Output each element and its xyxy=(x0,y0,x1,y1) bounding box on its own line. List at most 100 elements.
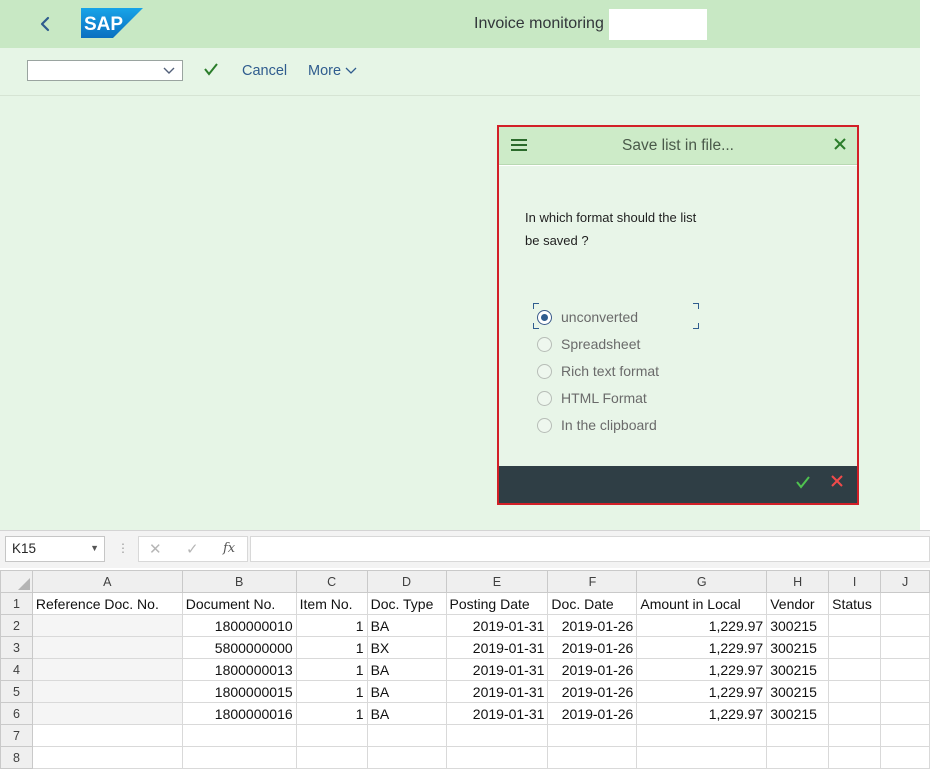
column-header[interactable]: A xyxy=(31,570,183,593)
cell[interactable]: Document No. xyxy=(181,592,297,615)
cell[interactable] xyxy=(445,724,549,747)
cell[interactable] xyxy=(880,636,930,659)
dialog-ok-button[interactable] xyxy=(795,474,811,495)
cell[interactable] xyxy=(766,746,830,769)
enter-edit-icon[interactable]: ✓ xyxy=(186,540,199,558)
cell[interactable]: 1800000010 xyxy=(181,614,297,637)
cell[interactable] xyxy=(31,702,183,725)
cell[interactable] xyxy=(547,746,638,769)
cell[interactable] xyxy=(636,746,768,769)
cell[interactable]: 1,229.97 xyxy=(636,658,768,681)
radio-button[interactable] xyxy=(537,391,552,406)
cell[interactable]: 1800000013 xyxy=(181,658,297,681)
cell[interactable]: 2019-01-31 xyxy=(445,636,549,659)
cell[interactable] xyxy=(828,614,882,637)
column-header[interactable]: E xyxy=(445,570,549,593)
radio-button[interactable] xyxy=(537,364,552,379)
cell[interactable]: 2019-01-31 xyxy=(445,658,549,681)
row-header[interactable]: 5 xyxy=(0,680,33,703)
cell[interactable]: 2019-01-26 xyxy=(547,658,638,681)
column-header[interactable]: B xyxy=(181,570,297,593)
cell[interactable]: 2019-01-26 xyxy=(547,614,638,637)
cell[interactable] xyxy=(880,724,930,747)
cell[interactable] xyxy=(828,724,882,747)
cell[interactable]: 1 xyxy=(295,614,368,637)
cell[interactable]: BX xyxy=(366,636,447,659)
cell[interactable]: BA xyxy=(366,680,447,703)
cell[interactable]: 300215 xyxy=(766,680,830,703)
row-header[interactable]: 1 xyxy=(0,592,33,615)
back-button[interactable] xyxy=(34,12,56,36)
column-header[interactable]: J xyxy=(880,570,930,593)
radio-button-selected[interactable] xyxy=(537,310,552,325)
cell[interactable] xyxy=(366,746,447,769)
cell[interactable]: 1,229.97 xyxy=(636,614,768,637)
cell[interactable] xyxy=(880,614,930,637)
cell[interactable] xyxy=(880,702,930,725)
formula-input[interactable] xyxy=(250,536,930,562)
cell[interactable]: 2019-01-26 xyxy=(547,680,638,703)
cell[interactable]: Reference Doc. No. xyxy=(31,592,183,615)
cell[interactable] xyxy=(828,680,882,703)
column-header[interactable]: C xyxy=(295,570,368,593)
cell[interactable] xyxy=(880,680,930,703)
cell[interactable]: 5800000000 xyxy=(181,636,297,659)
cell[interactable]: 1 xyxy=(295,658,368,681)
row-header[interactable]: 4 xyxy=(0,658,33,681)
cell[interactable] xyxy=(880,658,930,681)
confirm-button[interactable] xyxy=(203,61,219,81)
radio-button[interactable] xyxy=(537,337,552,352)
more-menu-button[interactable]: More xyxy=(308,63,357,79)
variant-dropdown[interactable] xyxy=(27,60,183,81)
cell[interactable] xyxy=(828,636,882,659)
cell[interactable] xyxy=(295,724,368,747)
column-header[interactable]: I xyxy=(828,570,882,593)
cell[interactable] xyxy=(828,746,882,769)
cell[interactable]: 1,229.97 xyxy=(636,636,768,659)
cell[interactable]: 1,229.97 xyxy=(636,702,768,725)
cell[interactable]: 2019-01-26 xyxy=(547,636,638,659)
row-header[interactable]: 3 xyxy=(0,636,33,659)
cell[interactable]: 300215 xyxy=(766,658,830,681)
cell[interactable] xyxy=(636,724,768,747)
column-header[interactable]: D xyxy=(366,570,447,593)
cell[interactable]: 1 xyxy=(295,680,368,703)
cell[interactable]: 2019-01-26 xyxy=(547,702,638,725)
cancel-button[interactable]: Cancel xyxy=(242,63,287,79)
cell[interactable]: 1800000015 xyxy=(181,680,297,703)
cell[interactable]: 300215 xyxy=(766,702,830,725)
dialog-close-button[interactable] xyxy=(833,135,847,155)
row-header[interactable]: 2 xyxy=(0,614,33,637)
cell[interactable]: Doc. Type xyxy=(366,592,447,615)
cell[interactable] xyxy=(766,724,830,747)
cell[interactable]: Item No. xyxy=(295,592,368,615)
row-header[interactable]: 7 xyxy=(0,724,33,747)
cell[interactable] xyxy=(547,724,638,747)
cell[interactable] xyxy=(880,746,930,769)
cell[interactable]: Status xyxy=(828,592,882,615)
cell[interactable]: 1 xyxy=(295,702,368,725)
dialog-cancel-button[interactable] xyxy=(829,473,845,493)
cancel-edit-icon[interactable]: ✕ xyxy=(149,540,162,558)
cell[interactable]: 300215 xyxy=(766,636,830,659)
insert-function-button[interactable]: fx xyxy=(223,541,235,556)
cell[interactable]: Vendor xyxy=(766,592,830,615)
cell[interactable] xyxy=(31,746,183,769)
cell[interactable] xyxy=(31,724,183,747)
cell[interactable] xyxy=(880,592,930,615)
cell[interactable]: 1,229.97 xyxy=(636,680,768,703)
row-header[interactable]: 6 xyxy=(0,702,33,725)
cell[interactable] xyxy=(31,680,183,703)
cell[interactable]: 300215 xyxy=(766,614,830,637)
cell[interactable]: 2019-01-31 xyxy=(445,680,549,703)
cell[interactable] xyxy=(295,746,368,769)
cell[interactable] xyxy=(31,658,183,681)
name-box[interactable]: K15 ▼ xyxy=(5,536,105,562)
cell[interactable]: BA xyxy=(366,614,447,637)
cell[interactable]: Posting Date xyxy=(445,592,549,615)
cell[interactable]: BA xyxy=(366,702,447,725)
cell[interactable]: 1800000016 xyxy=(181,702,297,725)
row-header[interactable]: 8 xyxy=(0,746,33,769)
cell[interactable] xyxy=(445,746,549,769)
dropdown-arrow-icon[interactable]: ▼ xyxy=(90,543,99,553)
